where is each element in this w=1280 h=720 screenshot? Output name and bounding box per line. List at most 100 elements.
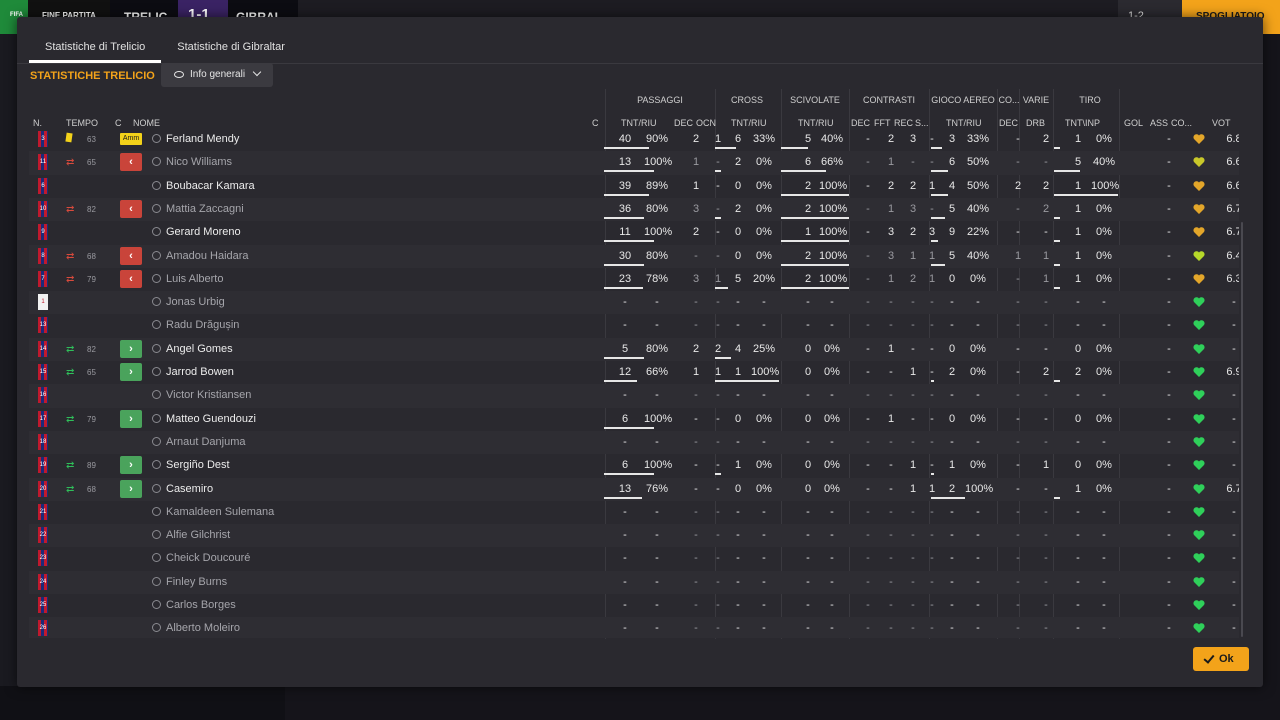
- tab-gibraltar[interactable]: Statistiche di Gibraltar: [161, 37, 301, 63]
- player-name[interactable]: Ferland Mendy: [166, 133, 239, 145]
- drb: -: [1044, 552, 1048, 565]
- shot-tried: -: [1076, 319, 1080, 332]
- subbed-on-button[interactable]: ›: [120, 409, 142, 428]
- player-name[interactable]: Amadou Haidara: [166, 250, 249, 262]
- table-row[interactable]: 1 Jonas Urbig - - - - - - - - - - - - - - - - - - - -: [29, 291, 1239, 315]
- aer-tried: 2: [948, 366, 956, 378]
- shot-pct: 0%: [1096, 482, 1112, 495]
- drb: -: [1044, 389, 1048, 402]
- scrollbar[interactable]: [1241, 222, 1243, 637]
- table-row[interactable]: 24 Finley Burns - - - - - - - - - - - - - - - - - - - -: [29, 570, 1239, 594]
- table-row[interactable]: 18 Arnaut Danjuma - - - - - - - - - - - - - - - - - - - -: [29, 430, 1239, 455]
- subbed-on-button[interactable]: ›: [120, 479, 142, 498]
- player-name[interactable]: Jarrod Bowen: [166, 366, 234, 378]
- shirt-number: 23: [38, 550, 48, 567]
- player-name[interactable]: Arnaut Danjuma: [166, 436, 246, 448]
- table-row[interactable]: 13 Radu Drăgușin - - - - - - - - - - - - - - - - - - - -: [29, 314, 1239, 337]
- table-row[interactable]: 7 ⇄ 79 ‹ Luis Alberto 23 78% 3 1 5 20% 2 100% -1 2 1 0 0%…: [29, 268, 1239, 291]
- player-name[interactable]: Matteo Guendouzi: [166, 413, 256, 425]
- subbed-on-button[interactable]: ›: [120, 363, 142, 381]
- player-name[interactable]: Casemiro: [166, 483, 213, 495]
- table-row[interactable]: 19 ⇄ 89 › Sergiño Dest 6 100% - -1 0% 0 0% - -1-1 0% -1…: [29, 454, 1239, 477]
- player-name[interactable]: Gerard Moreno: [166, 226, 241, 238]
- drb: -: [1044, 296, 1048, 309]
- player-name[interactable]: Sergiño Dest: [166, 459, 230, 471]
- tab-trelicio[interactable]: Statistiche di Trelicio: [29, 37, 162, 63]
- aer-pct: 0%: [970, 366, 986, 378]
- player-avatar-icon: [152, 436, 161, 446]
- tackle-tried: -: [806, 529, 810, 542]
- tackle-pct: -: [830, 296, 834, 309]
- aer-pct: 50%: [966, 179, 990, 192]
- tackle-tried: 0: [804, 459, 812, 472]
- player-name[interactable]: Radu Drăgușin: [166, 319, 239, 331]
- table-row[interactable]: 26 Alberto Moleiro - - - - - - - - - - - - - - - - - - - -: [29, 617, 1239, 638]
- subbed-on-button[interactable]: ›: [120, 339, 142, 358]
- cross-pct: 20%: [752, 272, 776, 285]
- table-row[interactable]: 25 Carlos Borges - - - - - - - - - - - - - - - - - - - -: [29, 594, 1239, 617]
- player-name[interactable]: Nico Williams: [166, 156, 232, 168]
- pass-tried: -: [623, 505, 627, 518]
- aer-pct: -: [976, 575, 980, 588]
- table-row[interactable]: 16 Victor Kristiansen - - - - - - - - - - - - - - - - - - - -: [29, 384, 1239, 408]
- player-name[interactable]: Cheick Doucouré: [166, 552, 250, 564]
- table-row[interactable]: 15 ⇄ 65 › Jarrod Bowen 12 66% 1 1 1 100% 0 0% - -1-2 0%…: [29, 361, 1239, 384]
- co-dec: -: [1016, 133, 1020, 145]
- c-bar: [715, 380, 779, 382]
- player-name[interactable]: Finley Burns: [166, 576, 227, 588]
- player-name[interactable]: Luis Alberto: [166, 273, 223, 285]
- table-row[interactable]: 11 ⇄ 65 ‹ Nico Williams 13 100% 1-2 0% 6 66% -1- -6 5…: [29, 151, 1239, 175]
- table-row[interactable]: 10 ⇄ 82 ‹ Mattia Zaccagni 36 80% 3-2 0% 2 100% -1 3-…: [29, 197, 1239, 222]
- table-row[interactable]: 14 ⇄ 82 › Angel Gomes 5 80% 2 2 4 25% 0 0% -1- -0 0% - -0…: [29, 337, 1239, 361]
- table-row[interactable]: 6 Boubacar Kamara 39 89% 1-0 0% 2 100% -2 2 1 4 50% 2…: [29, 175, 1239, 198]
- player-name[interactable]: Kamaldeen Sulemana: [166, 506, 274, 518]
- drb: 1: [1042, 459, 1050, 472]
- table-row[interactable]: 3 63 Amm Ferland Mendy 40 90% 2 1 6 33% 5 40% -2 3-3 3…: [29, 128, 1239, 151]
- subbed-off-button[interactable]: ‹: [120, 153, 142, 172]
- table-row[interactable]: 20 ⇄ 68 › Casemiro 13 76% - -0 0% 0 0% - -1 1 2 100% - -1 0…: [29, 477, 1239, 501]
- cross-tried: 5: [734, 272, 742, 285]
- subbed-off-button[interactable]: ‹: [120, 199, 142, 218]
- shot-tried: -: [1076, 575, 1080, 588]
- cross-pct: -: [762, 319, 766, 332]
- t-bar: [1054, 240, 1061, 243]
- pass-tried: 6: [621, 459, 629, 472]
- substitution-out-icon: ⇄: [66, 203, 75, 215]
- subbed-on-button[interactable]: ›: [120, 456, 142, 475]
- t-bar: [1054, 216, 1061, 219]
- subbed-off-button[interactable]: ‹: [120, 269, 142, 288]
- player-stats-table[interactable]: 3 63 Amm Ferland Mendy 40 90% 2 1 6 33% 5 40% -2 3-3 3…: [29, 128, 1239, 638]
- aer-tried: 5: [948, 202, 956, 215]
- sub-minute: 82: [87, 344, 96, 354]
- group-co: CO...: [998, 95, 1020, 105]
- table-row[interactable]: 23 Cheick Doucouré - - - - - - - - - - - - - - - - - - - -: [29, 547, 1239, 570]
- player-name[interactable]: Jonas Urbig: [166, 296, 225, 308]
- player-name[interactable]: Mattia Zaccagni: [166, 203, 244, 215]
- assists: -: [1167, 272, 1171, 285]
- drb: 1: [1042, 272, 1050, 285]
- substitution-in-icon: ⇄: [66, 343, 75, 355]
- aer-pct: 50%: [966, 156, 990, 169]
- cross-tried: -: [736, 552, 740, 565]
- p-bar: [604, 496, 642, 499]
- player-name[interactable]: Angel Gomes: [166, 343, 233, 355]
- table-row[interactable]: 21 Kamaldeen Sulemana - - - - - - - - - - - - - - - - - - - -: [29, 501, 1239, 524]
- table-row[interactable]: 8 ⇄ 68 ‹ Amadou Haidara 30 80% - -0 0% 2 100% -3 1 1 5 4…: [29, 244, 1239, 268]
- table-row[interactable]: 17 ⇄ 79 › Matteo Guendouzi 6 100% - -0 0% 0 0% -1- -0…: [29, 408, 1239, 431]
- group-scivolate: SCIVOLATE: [790, 95, 840, 105]
- table-row[interactable]: 22 Alfie Gilchrist - - - - - - - - - - - - - - - - - - - -: [29, 524, 1239, 548]
- subbed-off-button[interactable]: ‹: [120, 246, 142, 265]
- player-name[interactable]: Alberto Moleiro: [166, 622, 240, 634]
- ok-button[interactable]: Ok: [1193, 647, 1249, 671]
- c-bar: [715, 147, 737, 149]
- player-name[interactable]: Alfie Gilchrist: [166, 529, 230, 541]
- shirt-number: 19: [38, 457, 48, 474]
- player-name[interactable]: Boubacar Kamara: [166, 180, 255, 192]
- co-dec: -: [1016, 272, 1020, 285]
- view-dropdown[interactable]: Info generali: [161, 63, 273, 87]
- tackle-pct: 66%: [820, 156, 844, 169]
- player-name[interactable]: Carlos Borges: [166, 599, 236, 611]
- table-row[interactable]: 9 Gerard Moreno 11 100% 2-0 0% 1 100% -3 2 3 9 22% - -…: [29, 221, 1239, 244]
- player-name[interactable]: Victor Kristiansen: [166, 389, 251, 401]
- s-bar: [781, 240, 849, 243]
